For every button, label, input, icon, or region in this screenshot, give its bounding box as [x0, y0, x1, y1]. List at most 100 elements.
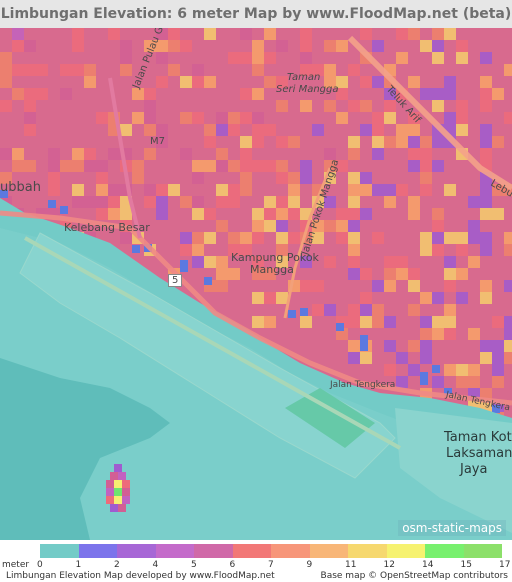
legend-tick-label: 12 — [383, 560, 395, 570]
elevation-cell — [216, 184, 228, 196]
elevation-cell — [264, 76, 276, 88]
elevation-cell — [120, 40, 132, 52]
elevation-cell — [192, 64, 204, 76]
legend-tick-label: 1 — [75, 560, 82, 570]
elevation-cell — [216, 196, 228, 208]
elevation-cell — [300, 308, 308, 316]
elevation-cell — [96, 112, 108, 124]
elevation-cell — [372, 316, 384, 328]
legend-tick-label: 15 — [460, 560, 472, 570]
elevation-cell — [264, 220, 276, 232]
elevation-cell — [192, 256, 204, 268]
elevation-cell — [504, 280, 512, 292]
elevation-cell — [168, 40, 180, 52]
elevation-cell — [336, 208, 348, 220]
elevation-cell — [180, 260, 188, 268]
elevation-cell — [348, 64, 360, 76]
elevation-cell — [492, 376, 504, 388]
elevation-cell — [432, 316, 444, 328]
legend-tick-label: 0 — [37, 560, 43, 570]
elevation-cell — [384, 256, 396, 268]
elevation-cell — [228, 112, 240, 124]
elevation-cell — [252, 136, 264, 148]
elevation-cell — [324, 304, 336, 316]
elevation-cell — [12, 28, 24, 40]
elevation-cell — [168, 64, 180, 76]
island-cell — [106, 480, 114, 488]
elevation-cell — [492, 208, 504, 220]
credits: Limbungan Elevation Map developed by www… — [0, 571, 512, 582]
elevation-cell — [420, 340, 432, 352]
elevation-cell — [12, 40, 24, 52]
elevation-cell — [444, 76, 456, 88]
elevation-cell — [480, 280, 492, 292]
elevation-cell — [204, 277, 212, 285]
elevation-cell — [84, 76, 96, 88]
elevation-cell — [432, 292, 444, 304]
elevation-cell — [480, 124, 492, 136]
elevation-cell — [360, 208, 372, 220]
elevation-cell — [384, 268, 396, 280]
elevation-cell — [456, 232, 468, 244]
elevation-cell — [504, 232, 512, 244]
elevation-cell — [252, 220, 264, 232]
elevation-cell — [228, 184, 240, 196]
legend-swatch — [309, 544, 348, 558]
elevation-cell — [144, 148, 156, 160]
elevation-cell — [300, 100, 312, 112]
elevation-map[interactable]: Jalan Pulau Gading Taman Seri Mangga Tel… — [0, 28, 512, 540]
elevation-cell — [360, 172, 372, 184]
elevation-cell — [156, 196, 168, 208]
elevation-cell — [492, 136, 504, 148]
elevation-cell — [432, 365, 440, 373]
elevation-cell — [348, 304, 360, 316]
elevation-cell — [288, 310, 296, 318]
map-label-taman: Taman — [287, 72, 321, 83]
elevation-cell — [132, 245, 140, 253]
legend-swatch — [463, 544, 502, 558]
elevation-cell — [408, 28, 420, 40]
elevation-cell — [252, 88, 264, 100]
elevation-cell — [324, 64, 336, 76]
elevation-cell — [156, 52, 168, 64]
legend-tick-label: 5 — [191, 560, 197, 570]
map-label-jalan-tengkera-1: Jalan Tengkera — [330, 380, 396, 390]
elevation-cell — [48, 148, 60, 160]
elevation-cell — [228, 232, 240, 244]
elevation-cell — [372, 40, 384, 52]
elevation-cell — [252, 64, 264, 76]
elevation-cell — [408, 196, 420, 208]
elevation-cell — [300, 40, 312, 52]
elevation-cell — [432, 328, 444, 340]
elevation-cell — [432, 28, 444, 40]
elevation-cell — [264, 124, 276, 136]
elevation-cell — [384, 136, 396, 148]
elevation-cell — [396, 124, 408, 136]
elevation-cell — [240, 184, 252, 196]
elevation-cell — [384, 112, 396, 124]
elevation-cell — [96, 160, 108, 172]
elevation-cell — [24, 100, 36, 112]
legend-swatch — [348, 544, 387, 558]
elevation-cell — [192, 244, 204, 256]
elevation-cell — [264, 52, 276, 64]
elevation-cell — [108, 196, 120, 208]
elevation-cell — [348, 196, 360, 208]
elevation-cell — [192, 208, 204, 220]
map-canvas[interactable] — [0, 28, 512, 540]
elevation-cell — [144, 184, 156, 196]
elevation-cell — [372, 76, 384, 88]
map-label-seri-mangga: Seri Mangga — [276, 84, 339, 95]
elevation-cell — [480, 244, 492, 256]
elevation-cell — [216, 280, 228, 292]
elevation-cell — [156, 124, 168, 136]
elevation-cell — [396, 184, 408, 196]
elevation-cell — [360, 76, 372, 88]
elevation-cell — [204, 136, 216, 148]
legend-tick-label: 6 — [229, 560, 236, 570]
elevation-cell — [204, 76, 216, 88]
elevation-cell — [204, 124, 216, 136]
elevation-cell — [432, 244, 444, 256]
elevation-cell — [216, 112, 228, 124]
elevation-cell — [396, 136, 408, 148]
